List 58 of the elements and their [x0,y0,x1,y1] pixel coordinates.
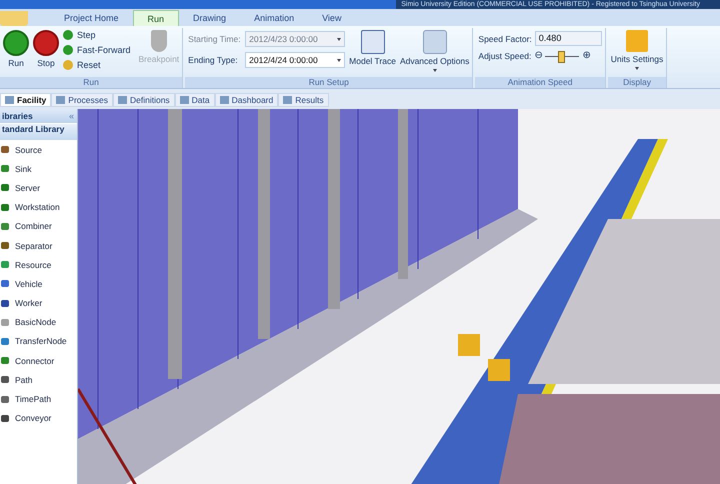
stop-button[interactable]: Stop [33,28,59,68]
units-settings-button[interactable]: Units Settings [610,28,664,70]
group-label: Run Setup [185,77,472,88]
reset-button[interactable]: Reset [63,58,131,72]
slider-thumb[interactable] [558,50,565,62]
library-item[interactable]: Server [0,178,77,198]
ribbon-tab[interactable]: Run [132,10,180,26]
ribbon-tab[interactable]: View [308,10,356,26]
library-item[interactable]: Conveyor [0,408,77,428]
library-item[interactable]: Vehicle [0,274,77,294]
tab-icon [5,96,14,104]
step-button[interactable]: Step [63,28,131,42]
tab-icon [283,96,292,104]
field-label: Ending Type: [188,55,239,65]
tab-icon [180,96,189,104]
field-label: Speed Factor: [478,34,532,44]
library-item[interactable]: TimePath [0,389,77,409]
tab-icon [56,96,66,104]
zoom-out-button[interactable]: ⊖ [534,51,542,61]
library-item[interactable]: Workstation [0,198,77,217]
speed-factor-field[interactable]: 0.480 [534,31,602,46]
library-item[interactable]: Source [0,140,77,160]
panel-title: ibraries [2,111,33,121]
group-label: Run [0,77,182,88]
library-item[interactable]: Combiner [0,216,77,236]
ribbon-tab[interactable]: Drawing [179,10,240,26]
editor-tab[interactable]: Definitions [112,93,175,107]
library-item[interactable]: BasicNode [0,312,77,332]
caret-icon [337,38,342,40]
section-header[interactable]: tandard Library [0,124,77,140]
date-field[interactable]: 2012/4/24 0:00:00 [245,52,346,68]
run-button[interactable]: Run [3,28,29,68]
group-label: Display [608,77,666,88]
fast-forward-button[interactable]: Fast-Forward [63,43,131,57]
group-label: Animation Speed [475,77,605,88]
library-item[interactable]: Connector [0,351,77,370]
field-label: Adjust Speed: [478,51,532,61]
caret-icon [337,58,342,62]
ribbon-tab[interactable]: Animation [240,10,308,26]
zoom-in-button[interactable]: ⊕ [582,51,590,61]
tab-icon [220,96,229,104]
library-item[interactable]: Path [0,370,77,390]
library-item[interactable]: Worker [0,294,77,313]
model-trace-button[interactable]: Model Trace [349,28,396,66]
editor-tab[interactable]: Results [278,93,329,107]
field-label: Starting Time: [188,34,242,44]
advanced-options-button[interactable]: Advanced Options [400,28,470,72]
editor-tab[interactable]: Facility [0,93,52,107]
library-item[interactable]: Sink [0,159,77,178]
editor-tab[interactable]: Data [174,93,215,107]
shield-icon [150,30,167,52]
ribbon-tab[interactable]: Project Home [50,10,133,26]
tab-icon [118,96,127,104]
library-item[interactable]: Resource [0,255,77,274]
library-item[interactable]: Separator [0,236,77,256]
editor-tab[interactable]: Dashboard [214,93,278,107]
editor-tab[interactable]: Processes [51,93,113,107]
library-item[interactable]: TransferNode [0,332,77,352]
